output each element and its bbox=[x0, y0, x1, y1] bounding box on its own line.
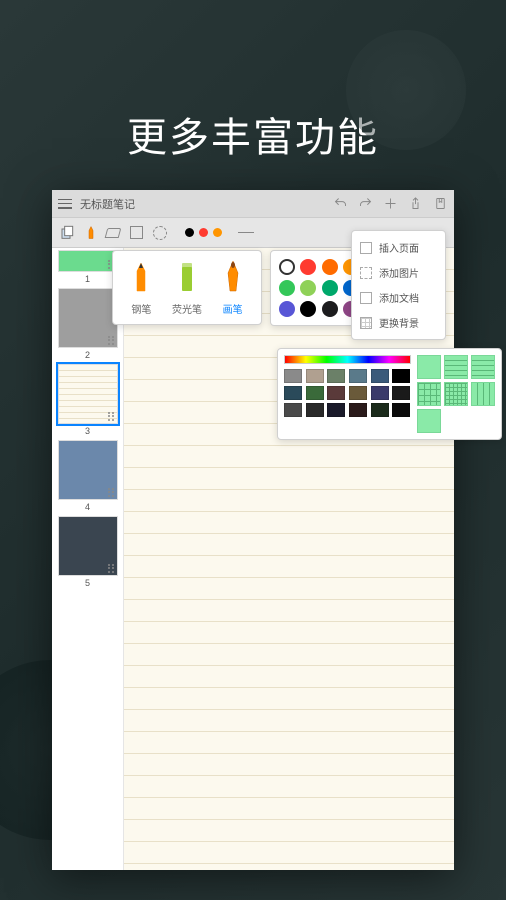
page-thumbnail[interactable]: 3 bbox=[58, 364, 117, 438]
redo-icon[interactable] bbox=[358, 196, 373, 211]
bg-color-swatch[interactable] bbox=[306, 369, 324, 383]
lasso-tool-icon[interactable] bbox=[153, 226, 167, 240]
stroke-width-icon[interactable] bbox=[238, 232, 254, 234]
document-title: 无标题笔记 bbox=[80, 196, 325, 212]
menu-label: 添加图片 bbox=[379, 265, 419, 280]
bg-color-swatch[interactable] bbox=[392, 386, 410, 400]
background-style-popup bbox=[277, 348, 502, 440]
menu-icon[interactable] bbox=[58, 199, 72, 209]
pattern-grid[interactable] bbox=[417, 382, 441, 406]
doc-icon bbox=[360, 292, 372, 304]
pen-option[interactable]: 画笔 bbox=[219, 259, 247, 316]
bg-color-swatch[interactable] bbox=[284, 403, 302, 417]
add-menu-popup: 插入页面添加图片添加文档更换背景 bbox=[351, 230, 446, 340]
undo-icon[interactable] bbox=[333, 196, 348, 211]
menu-label: 添加文档 bbox=[379, 290, 419, 305]
thumbnail-number: 1 bbox=[58, 272, 117, 286]
thumbnail-number: 3 bbox=[58, 424, 117, 438]
bg-color-swatch[interactable] bbox=[306, 386, 324, 400]
shape-tool-icon[interactable] bbox=[130, 226, 143, 239]
pen-selector-popup: 钢笔 荧光笔 画笔 bbox=[112, 250, 262, 325]
menu-item[interactable]: 添加图片 bbox=[352, 260, 445, 285]
color-swatch[interactable] bbox=[279, 259, 295, 275]
pen-icon bbox=[127, 259, 155, 295]
bg-color-swatch[interactable] bbox=[284, 369, 302, 383]
color-swatch[interactable] bbox=[279, 301, 295, 317]
share-icon[interactable] bbox=[408, 196, 423, 211]
color-dot[interactable] bbox=[199, 228, 208, 237]
pattern-lines-narrow[interactable] bbox=[471, 355, 495, 379]
page-thumbnail[interactable]: 5 bbox=[58, 516, 117, 590]
bg-color-swatch[interactable] bbox=[392, 369, 410, 383]
bg-color-swatch[interactable] bbox=[284, 386, 302, 400]
menu-label: 更换背景 bbox=[379, 315, 419, 330]
pattern-plain[interactable] bbox=[417, 409, 441, 433]
color-swatch[interactable] bbox=[300, 301, 316, 317]
bookmark-icon[interactable] bbox=[433, 196, 448, 211]
menu-item[interactable]: 更换背景 bbox=[352, 310, 445, 335]
page-thumbnail[interactable]: 4 bbox=[58, 440, 117, 514]
plus-icon[interactable] bbox=[383, 196, 398, 211]
bg-color-swatch[interactable] bbox=[371, 403, 389, 417]
thumbnail-number: 4 bbox=[58, 500, 117, 514]
bg-color-swatch[interactable] bbox=[371, 369, 389, 383]
menu-label: 插入页面 bbox=[379, 240, 419, 255]
grid-icon bbox=[360, 317, 372, 329]
bg-color-swatch[interactable] bbox=[327, 403, 345, 417]
eraser-tool-icon[interactable] bbox=[105, 228, 122, 238]
color-swatch[interactable] bbox=[322, 301, 338, 317]
page-thumbnail[interactable]: 2 bbox=[58, 288, 117, 362]
color-swatch[interactable] bbox=[322, 280, 338, 296]
color-indicators[interactable] bbox=[185, 228, 222, 237]
topbar: 无标题笔记 bbox=[52, 190, 454, 218]
menu-item[interactable]: 添加文档 bbox=[352, 285, 445, 310]
page-thumbnail[interactable]: 1 bbox=[58, 250, 117, 286]
color-swatch[interactable] bbox=[300, 280, 316, 296]
pen-option[interactable]: 钢笔 bbox=[127, 259, 155, 316]
color-dot[interactable] bbox=[213, 228, 222, 237]
pen-label: 荧光笔 bbox=[172, 301, 202, 316]
pattern-blank[interactable] bbox=[417, 355, 441, 379]
hue-slider[interactable] bbox=[284, 355, 411, 364]
menu-item[interactable]: 插入页面 bbox=[352, 235, 445, 260]
thumbnail-number: 2 bbox=[58, 348, 117, 362]
page-icon bbox=[360, 242, 372, 254]
bg-color-swatch[interactable] bbox=[327, 369, 345, 383]
thumbnail-number: 5 bbox=[58, 576, 117, 590]
pen-tool-icon[interactable] bbox=[86, 224, 96, 242]
bg-color-swatch[interactable] bbox=[349, 403, 367, 417]
bg-color-swatch[interactable] bbox=[392, 403, 410, 417]
app-window: 无标题笔记 1 2 3 4 5 钢笔 荧光笔 画笔 bbox=[52, 190, 454, 870]
color-dot[interactable] bbox=[185, 228, 194, 237]
bg-color-swatch[interactable] bbox=[349, 369, 367, 383]
layers-icon[interactable] bbox=[60, 225, 76, 241]
pattern-lines[interactable] bbox=[444, 355, 468, 379]
color-swatch[interactable] bbox=[300, 259, 316, 275]
bg-color-swatch[interactable] bbox=[306, 403, 324, 417]
note-canvas[interactable] bbox=[124, 248, 454, 870]
pen-icon bbox=[173, 259, 201, 295]
image-icon bbox=[360, 267, 372, 279]
color-swatch[interactable] bbox=[322, 259, 338, 275]
pen-label: 钢笔 bbox=[127, 301, 155, 316]
page-thumbnails-sidebar: 1 2 3 4 5 bbox=[52, 248, 124, 870]
color-swatch[interactable] bbox=[279, 280, 295, 296]
pattern-columns[interactable] bbox=[471, 382, 495, 406]
pattern-grid-small[interactable] bbox=[444, 382, 468, 406]
pen-icon bbox=[219, 259, 247, 295]
bg-color-swatch[interactable] bbox=[371, 386, 389, 400]
pen-label: 画笔 bbox=[219, 301, 247, 316]
bg-color-swatch[interactable] bbox=[327, 386, 345, 400]
pen-option[interactable]: 荧光笔 bbox=[172, 259, 202, 316]
bg-color-swatch[interactable] bbox=[349, 386, 367, 400]
